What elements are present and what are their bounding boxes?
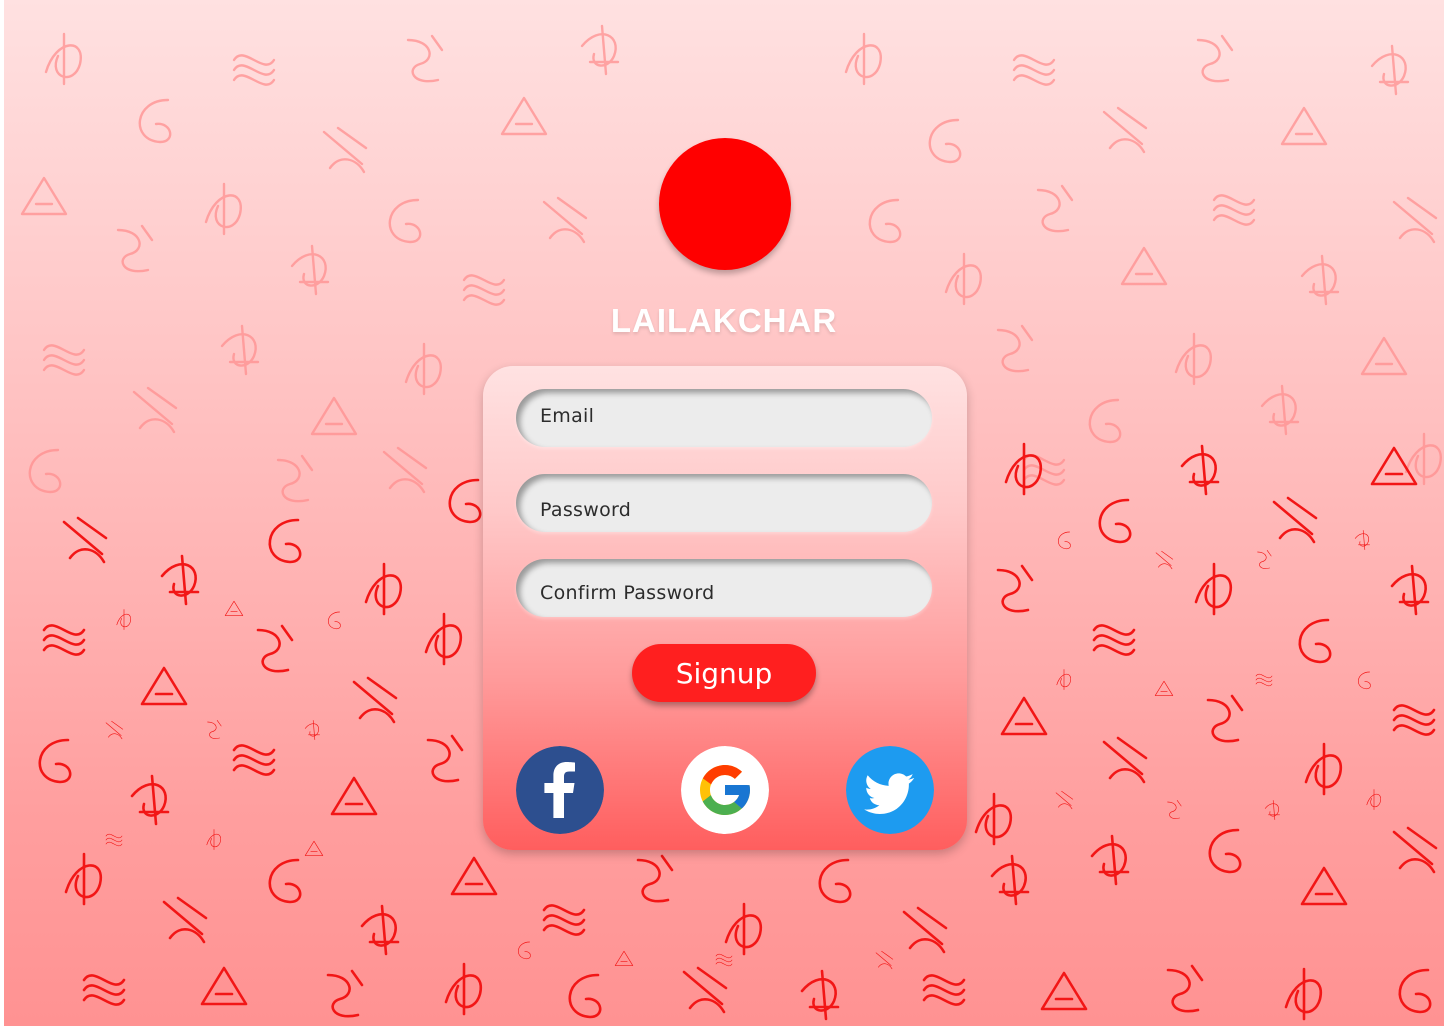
- google-login-button[interactable]: [681, 746, 769, 834]
- facebook-login-button[interactable]: [516, 746, 604, 834]
- email-placeholder: Email: [540, 405, 595, 427]
- confirm-password-field[interactable]: Confirm Password: [516, 559, 932, 617]
- signup-button[interactable]: Signup: [632, 644, 816, 702]
- brand-logo-circle: [659, 138, 791, 270]
- google-icon: [681, 746, 769, 834]
- twitter-login-button[interactable]: [846, 746, 934, 834]
- twitter-icon: [846, 746, 934, 834]
- signup-card: Email Password Confirm Password Signup: [483, 366, 967, 850]
- password-placeholder: Password: [540, 499, 632, 521]
- facebook-icon: [516, 746, 604, 834]
- signup-page: LAILAKCHAR Email Password Confirm Passwo…: [4, 0, 1444, 1026]
- email-field[interactable]: Email: [516, 389, 932, 447]
- confirm-password-placeholder: Confirm Password: [540, 582, 715, 604]
- password-field[interactable]: Password: [516, 474, 932, 532]
- brand-name: LAILAKCHAR: [610, 302, 838, 339]
